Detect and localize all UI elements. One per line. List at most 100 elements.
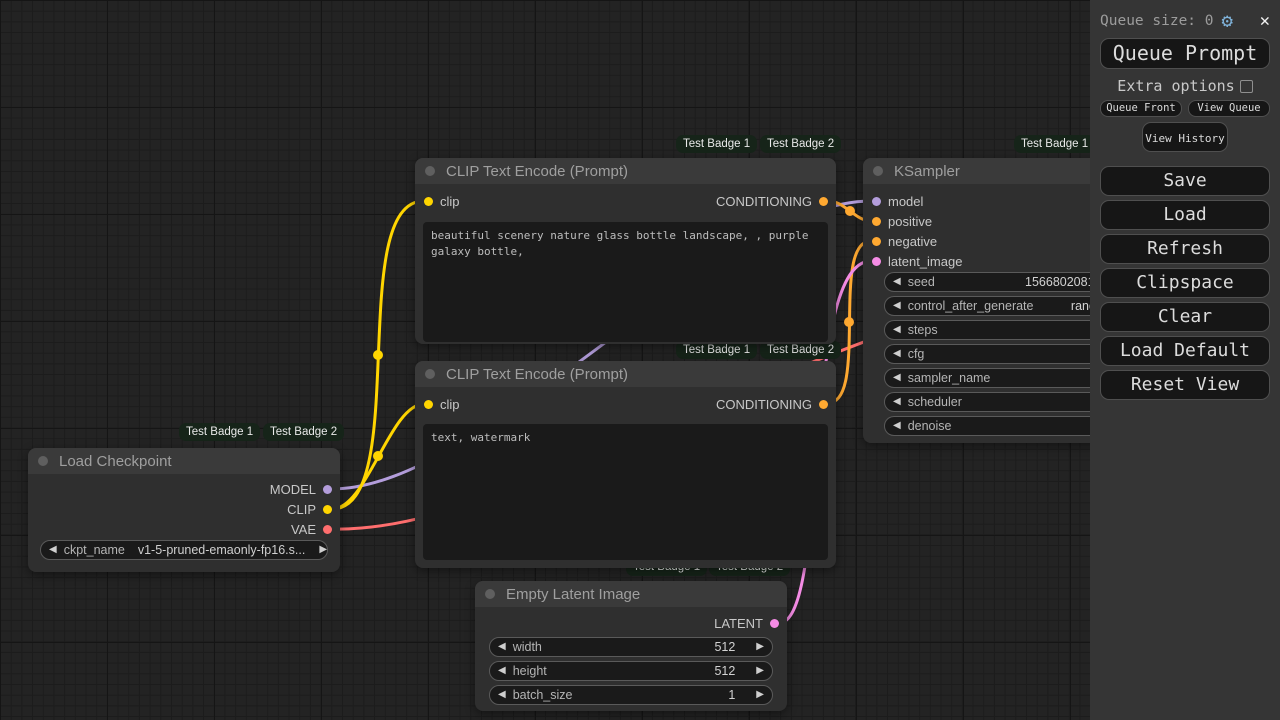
model-input-slot[interactable] bbox=[872, 196, 881, 206]
arrow-left-icon[interactable]: ◀ bbox=[893, 397, 901, 407]
save-button[interactable]: Save bbox=[1100, 166, 1270, 196]
comfy-menu: Queue size: 0 ⚙ ✕ Queue Prompt Extra opt… bbox=[1090, 0, 1280, 720]
arrow-left-icon[interactable]: ◀ bbox=[498, 666, 506, 676]
node-badge: Test Badge 1 bbox=[1014, 135, 1096, 153]
arrow-left-icon[interactable]: ◀ bbox=[893, 373, 901, 383]
output-label-clip: CLIP bbox=[287, 501, 316, 517]
link-dot bbox=[373, 451, 383, 461]
arrow-left-icon[interactable]: ◀ bbox=[893, 277, 901, 287]
arrow-right-icon[interactable]: ▶ bbox=[756, 666, 764, 676]
batch-size-widget[interactable]: ◀ batch_size 1 ▶ bbox=[489, 685, 773, 705]
prompt-textarea[interactable] bbox=[423, 424, 828, 560]
extra-options-label: Extra options bbox=[1117, 77, 1235, 95]
arrow-left-icon[interactable]: ◀ bbox=[498, 690, 506, 700]
load-button[interactable]: Load bbox=[1100, 200, 1270, 230]
node-badge: Test Badge 1 bbox=[179, 423, 261, 441]
width-widget[interactable]: ◀ width 512 ▶ bbox=[489, 637, 773, 657]
node-badge: Test Badge 2 bbox=[263, 423, 345, 441]
input-label-model: model bbox=[888, 193, 924, 209]
collapse-dot[interactable] bbox=[425, 166, 435, 176]
extra-options-checkbox[interactable] bbox=[1239, 79, 1253, 93]
widget-label: seed bbox=[907, 275, 935, 289]
node-load-checkpoint[interactable]: Load Checkpoint MODEL CLIP VAE ◀ ckpt_na… bbox=[28, 448, 340, 572]
arrow-left-icon[interactable]: ◀ bbox=[49, 545, 57, 555]
load-default-button[interactable]: Load Default bbox=[1100, 336, 1270, 366]
clear-button[interactable]: Clear bbox=[1100, 302, 1270, 332]
prompt-textarea[interactable] bbox=[423, 222, 828, 342]
queue-front-button[interactable]: Queue Front bbox=[1100, 100, 1182, 117]
wire-clip-positive bbox=[330, 199, 426, 511]
arrow-left-icon[interactable]: ◀ bbox=[498, 642, 506, 652]
reset-view-button[interactable]: Reset View bbox=[1100, 370, 1270, 400]
widget-value: 512 bbox=[714, 664, 736, 678]
latent-image-input-slot[interactable] bbox=[872, 256, 881, 266]
output-label-model: MODEL bbox=[269, 481, 316, 497]
queue-size-label: Queue size: 0 bbox=[1100, 13, 1214, 29]
widget-label: scheduler bbox=[907, 395, 962, 409]
clipspace-button[interactable]: Clipspace bbox=[1100, 268, 1270, 298]
close-icon[interactable]: ✕ bbox=[1260, 11, 1270, 31]
vae-output-slot[interactable] bbox=[323, 524, 332, 534]
arrow-left-icon[interactable]: ◀ bbox=[893, 325, 901, 335]
widget-value: 1 bbox=[728, 688, 736, 702]
output-label-conditioning: CONDITIONING bbox=[715, 193, 812, 209]
node-title: CLIP Text Encode (Prompt) bbox=[446, 365, 629, 383]
widget-label: ckpt_name bbox=[63, 543, 125, 557]
ckpt-name-widget[interactable]: ◀ ckpt_name v1-5-pruned-emaonly-fp16.s..… bbox=[40, 540, 328, 560]
widget-label: sampler_name bbox=[907, 371, 991, 385]
clip-output-slot[interactable] bbox=[323, 504, 332, 514]
output-label-vae: VAE bbox=[290, 521, 316, 537]
wire-clip-negative bbox=[330, 402, 426, 511]
refresh-button[interactable]: Refresh bbox=[1100, 234, 1270, 264]
arrow-left-icon[interactable]: ◀ bbox=[893, 301, 901, 311]
node-graph-canvas[interactable]: Test Badge 1 Test Badge 2 Test Badge 1 T… bbox=[0, 0, 1280, 720]
view-history-button[interactable]: View History bbox=[1142, 122, 1228, 152]
view-queue-button[interactable]: View Queue bbox=[1188, 100, 1270, 117]
widget-value: v1-5-pruned-emaonly-fp16.s... bbox=[137, 543, 306, 557]
node-clip-text-encode-positive[interactable]: CLIP Text Encode (Prompt) clip CONDITION… bbox=[415, 158, 836, 344]
node-badge: Test Badge 2 bbox=[760, 135, 842, 153]
node-title: CLIP Text Encode (Prompt) bbox=[446, 162, 629, 180]
height-widget[interactable]: ◀ height 512 ▶ bbox=[489, 661, 773, 681]
input-label-negative: negative bbox=[888, 233, 938, 249]
link-dot bbox=[844, 317, 854, 327]
widget-label: height bbox=[512, 664, 547, 678]
collapse-dot[interactable] bbox=[38, 456, 48, 466]
latent-output-slot[interactable] bbox=[770, 618, 779, 628]
node-title-bar[interactable]: CLIP Text Encode (Prompt) bbox=[415, 158, 836, 184]
settings-gear-icon[interactable]: ⚙ bbox=[1222, 11, 1233, 31]
widget-label: batch_size bbox=[512, 688, 573, 702]
conditioning-output-slot[interactable] bbox=[819, 399, 828, 409]
input-label-positive: positive bbox=[888, 213, 933, 229]
collapse-dot[interactable] bbox=[485, 589, 495, 599]
model-output-slot[interactable] bbox=[323, 484, 332, 494]
arrow-right-icon[interactable]: ▶ bbox=[756, 642, 764, 652]
collapse-dot[interactable] bbox=[873, 166, 883, 176]
negative-input-slot[interactable] bbox=[872, 236, 881, 246]
arrow-left-icon[interactable]: ◀ bbox=[893, 349, 901, 359]
widget-label: control_after_generate bbox=[907, 299, 1034, 313]
positive-input-slot[interactable] bbox=[872, 216, 881, 226]
conditioning-output-slot[interactable] bbox=[819, 196, 828, 206]
widget-label: cfg bbox=[907, 347, 925, 361]
node-clip-text-encode-negative[interactable]: CLIP Text Encode (Prompt) clip CONDITION… bbox=[415, 361, 836, 568]
node-title-bar[interactable]: Empty Latent Image bbox=[475, 581, 787, 607]
node-title: Load Checkpoint bbox=[59, 452, 172, 470]
link-dot bbox=[373, 350, 383, 360]
node-badge: Test Badge 1 bbox=[676, 135, 758, 153]
link-dot bbox=[845, 206, 855, 216]
node-title-bar[interactable]: CLIP Text Encode (Prompt) bbox=[415, 361, 836, 387]
node-empty-latent-image[interactable]: Empty Latent Image LATENT ◀ width 512 ▶ … bbox=[475, 581, 787, 711]
queue-prompt-button[interactable]: Queue Prompt bbox=[1100, 38, 1270, 69]
clip-input-slot[interactable] bbox=[424, 196, 433, 206]
collapse-dot[interactable] bbox=[425, 369, 435, 379]
arrow-right-icon[interactable]: ▶ bbox=[756, 690, 764, 700]
node-title: Empty Latent Image bbox=[506, 585, 641, 603]
arrow-left-icon[interactable]: ◀ bbox=[893, 421, 901, 431]
widget-label: width bbox=[512, 640, 542, 654]
node-title-bar[interactable]: Load Checkpoint bbox=[28, 448, 340, 474]
input-label-clip: clip bbox=[440, 396, 460, 412]
arrow-right-icon[interactable]: ▶ bbox=[319, 545, 327, 555]
node-title: KSampler bbox=[894, 162, 960, 180]
clip-input-slot[interactable] bbox=[424, 399, 433, 409]
